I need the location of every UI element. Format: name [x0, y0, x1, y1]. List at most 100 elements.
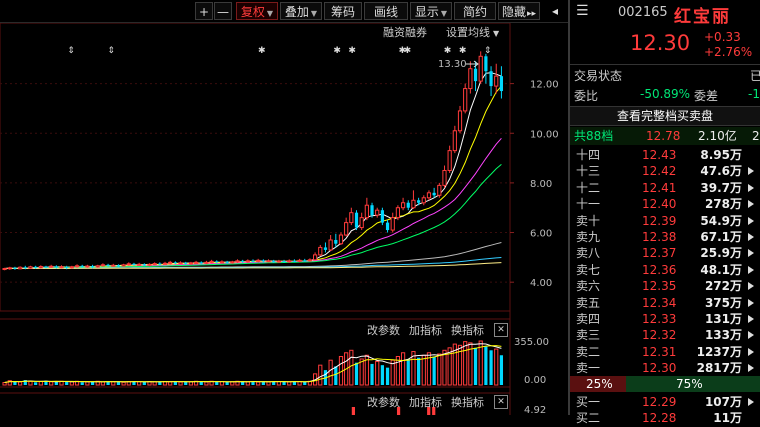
sell-level-9[interactable]: 卖九 12.38 67.1万 — [570, 228, 760, 246]
sell-level-8[interactable]: 卖八 12.37 25.9万 — [570, 244, 760, 262]
level-price: 12.37 — [642, 246, 677, 261]
candle-body — [312, 254, 318, 261]
sell-level-3[interactable]: 卖三 12.32 133万 — [570, 326, 760, 344]
candle-body — [375, 209, 380, 216]
overlay-button[interactable]: 叠加 ▼ — [280, 2, 322, 20]
candle-body — [158, 263, 162, 265]
candle-body — [54, 266, 58, 268]
volume-bar — [111, 381, 116, 386]
sub2-axis-label: 4.92 — [524, 405, 546, 415]
level-price: 12.31 — [642, 344, 677, 359]
volume-triangle-icon — [748, 167, 754, 176]
sell-level-2[interactable]: 卖二 12.31 1237万 — [570, 343, 760, 361]
full-order-book-button[interactable]: 查看完整档买卖盘 — [570, 106, 760, 126]
volume-bar — [230, 381, 235, 386]
level-name: 十二 — [576, 180, 601, 195]
sub1-close-icon[interactable]: ✕ — [494, 323, 508, 337]
display-button[interactable]: 显示 ▼ — [410, 2, 452, 20]
candle-body — [256, 259, 261, 262]
candle-body — [245, 260, 250, 263]
volume-bar — [38, 381, 43, 386]
volume-bar — [473, 347, 478, 385]
volume-bar — [494, 348, 499, 386]
candle-body — [85, 265, 90, 268]
sub1-swap-indicator-button[interactable]: 换指标 — [451, 323, 484, 339]
chip-button[interactable]: 筹码 — [324, 2, 362, 20]
volume-bar — [28, 380, 33, 386]
sub1-add-indicator-button[interactable]: 加指标 — [409, 323, 442, 339]
candle-body — [447, 150, 452, 171]
candle-body — [69, 266, 74, 269]
zoom-out-button[interactable]: — — [214, 2, 232, 20]
draw-line-button[interactable]: 画线 — [364, 2, 408, 20]
volume-bar — [359, 358, 364, 386]
sidebar-toggle-icon[interactable]: ☰ — [576, 3, 589, 19]
candle-body — [173, 262, 177, 264]
sell-level-14[interactable]: 十四 12.43 8.95万 — [570, 146, 760, 164]
volume-bar — [484, 346, 488, 385]
candle-body — [126, 263, 131, 266]
volume-bar — [385, 367, 390, 385]
ma-settings-button[interactable]: 设置均线 ▼ — [446, 25, 499, 41]
sell-level-12[interactable]: 十二 12.41 39.7万 — [570, 179, 760, 197]
volume-bar — [328, 359, 333, 386]
candle-body — [442, 169, 447, 186]
sell-level-10[interactable]: 卖十 12.39 54.9万 — [570, 212, 760, 230]
sell-level-7[interactable]: 卖七 12.36 48.1万 — [570, 261, 760, 279]
candle-body — [13, 267, 17, 269]
last-price: 12.30 — [630, 31, 691, 55]
zoom-in-button[interactable]: + — [195, 2, 213, 20]
sub2-close-icon[interactable]: ✕ — [494, 395, 508, 409]
candle-body — [215, 261, 219, 263]
sub2-swap-indicator-button[interactable]: 换指标 — [451, 395, 484, 411]
candle-body — [484, 56, 488, 72]
volume-bar — [152, 381, 157, 386]
price-axis-label: 8.00 — [530, 179, 552, 190]
buy-level-2[interactable]: 买二 12.28 11万 — [570, 409, 760, 427]
candle-body — [380, 210, 384, 223]
candle-body — [292, 260, 297, 262]
candle-body — [152, 263, 157, 266]
level-volume: 278万 — [704, 197, 742, 212]
sell-level-5[interactable]: 卖五 12.34 375万 — [570, 294, 760, 312]
volume-bar — [375, 360, 380, 386]
chevron-down-icon: ▼ — [266, 9, 274, 18]
collapse-panel-button[interactable]: ◂ — [546, 2, 564, 20]
candle-body — [370, 205, 374, 216]
volume-triangle-icon — [748, 282, 754, 291]
level-name: 卖七 — [576, 262, 601, 277]
hide-button[interactable]: 隐藏▸▸ — [498, 2, 540, 20]
volume-triangle-icon — [748, 298, 754, 307]
simple-button[interactable]: 简约 — [454, 2, 496, 20]
sell-level-4[interactable]: 卖四 12.33 131万 — [570, 310, 760, 328]
volume-bar — [370, 363, 374, 385]
candle-body — [354, 212, 359, 228]
rzrq-button[interactable]: 融资融券 — [383, 25, 427, 41]
candle-body — [426, 192, 432, 199]
sell-level-11[interactable]: 十一 12.40 278万 — [570, 195, 760, 213]
vol-axis-min: 0.00 — [524, 375, 546, 386]
sell-level-6[interactable]: 卖六 12.35 272万 — [570, 277, 760, 295]
sell-level-1[interactable]: 卖一 12.30 2817万 — [570, 359, 760, 377]
sub2-params-button[interactable]: 改参数 — [367, 395, 400, 411]
volume-triangle-icon — [748, 331, 754, 340]
level-volume: 2817万 — [696, 361, 742, 376]
fuquan-button[interactable]: 复权 ▼ — [236, 2, 278, 20]
candle-body — [364, 204, 369, 219]
event-marker-icon: ✱ — [459, 46, 467, 56]
trade-status-label: 交易状态 — [574, 69, 623, 83]
buy-ratio-text: 75% — [676, 377, 703, 391]
volume-bar — [69, 381, 74, 386]
candle-body — [251, 260, 255, 262]
price-grid — [0, 83, 510, 283]
level-volume: 47.6万 — [700, 164, 742, 179]
overlay-label: 叠加 — [284, 5, 309, 19]
candles — [2, 51, 504, 271]
sub2-add-indicator-button[interactable]: 加指标 — [409, 395, 442, 411]
kline-chart[interactable]: 12.00 10.00 8.00 6.00 4.00 ⇕ ⇕ ✱ ✱ ✱ ✱ ✱ ✱ ✱ ⇕ 13.30 … — [0, 22, 568, 416]
candle-body — [395, 207, 401, 219]
sell-level-13[interactable]: 十三 12.42 47.6万 — [570, 162, 760, 180]
sub1-params-button[interactable]: 改参数 — [367, 323, 400, 339]
event-markers: ⇕ ⇕ ✱ ✱ ✱ ✱✱ ✱ ✱ ⇕ — [67, 46, 491, 56]
ma-20-line — [4, 137, 502, 269]
